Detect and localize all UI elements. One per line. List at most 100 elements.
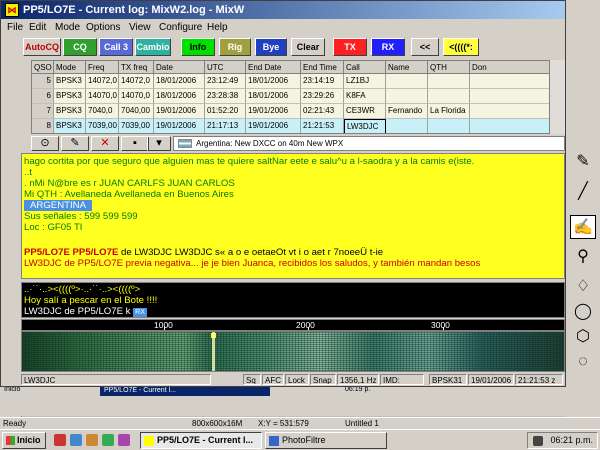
menu-view[interactable]: View — [129, 19, 151, 36]
title-bar[interactable]: ⋈ PP5/LO7E - Current log: MixW2.log - Mi… — [1, 1, 565, 19]
autocq-button[interactable]: AutoCQ — [23, 38, 61, 56]
clock[interactable]: 06:21 p.m. — [550, 435, 593, 445]
cq-button[interactable]: CQ — [63, 38, 97, 56]
col-qso[interactable]: QSO — [32, 61, 54, 74]
qso-row[interactable]: 5 BPSK3 14072,0 14072,0 18/01/2006 23:12:49 18… — [32, 74, 564, 89]
blur-tool-icon[interactable]: ◌ — [570, 350, 596, 374]
menu-configure[interactable]: Configure — [159, 19, 202, 36]
receive-text-area[interactable]: hago cortita por que seguro que alguien … — [21, 153, 565, 279]
dxcc-info-field[interactable]: Argentina: New DXCC on 40m New WPX — [173, 136, 565, 151]
qso-cell: 18/01/2006 — [246, 89, 301, 104]
task-mixw[interactable]: PP5/LO7E - Current l... — [140, 432, 262, 449]
rx-line-callsigns: PP5/LO7E PP5/LO7E de LW3DJC LW3DJC s« a … — [24, 247, 383, 258]
qso-cell: 23:29:26 — [301, 89, 344, 104]
cambio-button[interactable]: Cambio — [135, 38, 171, 56]
speaker-icon[interactable] — [533, 436, 543, 446]
col-name[interactable]: Name — [386, 61, 428, 74]
col-date[interactable]: Date — [154, 61, 205, 74]
qso-cell: 7039,00 — [119, 119, 154, 133]
ellipse-tool-icon[interactable]: ◯ — [570, 300, 596, 324]
qso-cell: 14072,0 — [86, 74, 119, 89]
call3-button[interactable]: Call 3 — [99, 38, 133, 56]
snap-toggle[interactable]: Snap — [310, 374, 336, 385]
menu-file[interactable]: File — [7, 19, 23, 36]
dxcc-text: Argentina: New DXCC on 40m New WPX — [196, 139, 344, 148]
col-end-time[interactable]: End Time — [301, 61, 344, 74]
rx-line: hago cortita por que seguro que alguien … — [24, 156, 475, 167]
back-button[interactable]: << — [411, 38, 439, 56]
rig-button[interactable]: Rig — [219, 38, 251, 56]
qso-cell: 7 — [32, 104, 54, 119]
col-qth[interactable]: QTH — [428, 61, 470, 74]
info-button[interactable]: Info — [181, 38, 215, 56]
menu-edit[interactable]: Edit — [29, 19, 46, 36]
qso-cell: 5 — [32, 74, 54, 89]
col-call[interactable]: Call — [344, 61, 386, 74]
fish-macro-button[interactable]: <((((*: — [443, 38, 479, 56]
delete-icon[interactable]: ✕ — [91, 136, 119, 151]
brush-tool-icon[interactable]: ♢ — [570, 275, 596, 299]
waterfall-display[interactable] — [21, 331, 565, 372]
mixw-app-icon[interactable]: ⋈ — [5, 3, 19, 17]
mixw-status-bar: LW3DJC Sq AFC Lock Snap 1356,1 Hz IMD: B… — [21, 373, 565, 386]
quicklaunch-icon[interactable] — [70, 434, 82, 446]
save-icon[interactable]: ▪ — [121, 136, 149, 151]
sq-toggle[interactable]: Sq — [243, 374, 261, 385]
task-mixw-label: PP5/LO7E - Current l... — [157, 435, 254, 445]
quicklaunch-icon[interactable] — [86, 434, 98, 446]
dxcc-dropdown-icon[interactable]: ▾ — [147, 136, 171, 151]
qso-cell: 21:17:13 — [205, 119, 246, 133]
quicklaunch-icon[interactable] — [118, 434, 130, 446]
lock-toggle[interactable]: Lock — [285, 374, 309, 385]
qso-cell: 18/01/2006 — [246, 74, 301, 89]
mini-start-button[interactable]: Inicio — [4, 386, 20, 393]
bye-button[interactable]: Bye — [255, 38, 287, 56]
edit-icon[interactable]: ✎ — [61, 136, 89, 151]
col-don[interactable]: Don — [470, 61, 550, 74]
status-frequency: 1356,1 Hz — [337, 374, 379, 385]
mini-window-title[interactable]: PP5/LO7E - Current l... — [100, 386, 270, 396]
scale-label-2000: 2000 — [296, 320, 315, 330]
rx-callsign-text: PP5/LO7E PP5/LO7E — [24, 247, 119, 258]
eyedropper-icon[interactable]: ✎ — [570, 150, 596, 174]
tx-button[interactable]: TX — [333, 38, 367, 56]
transmit-text-area[interactable]: ..·˙˙·..><((((º>·..·˙˙·..><((((º> Hoy sa… — [21, 282, 565, 318]
qso-cell: 7040,0 — [86, 104, 119, 119]
stamp-tool-icon[interactable]: ⚲ — [570, 245, 596, 269]
qso-cell — [386, 119, 428, 133]
qso-log-table[interactable]: QSO Mode Freq TX freq Date UTC End Date … — [31, 60, 565, 134]
col-utc[interactable]: UTC — [205, 61, 246, 74]
menu-help[interactable]: Help — [207, 19, 228, 36]
bg-app-status-bar: Ready 800x600x16M X:Y = 531:579 Untitled… — [0, 417, 600, 429]
col-end-date[interactable]: End Date — [246, 61, 301, 74]
quicklaunch-icon[interactable] — [102, 434, 114, 446]
col-freq[interactable]: Freq — [86, 61, 119, 74]
rx-button[interactable]: RX — [371, 38, 405, 56]
qso-row[interactable]: 6 BPSK3 14070,0 14070,0 18/01/2006 23:28:38 18… — [32, 89, 564, 104]
quicklaunch-icon[interactable] — [54, 434, 66, 446]
task-photofiltre[interactable]: PhotoFiltre — [265, 432, 387, 449]
status-mode[interactable]: BPSK31 — [429, 374, 467, 385]
menu-options[interactable]: Options — [86, 19, 120, 36]
pen-tool-icon[interactable]: ✍ — [570, 215, 596, 239]
start-button[interactable]: Inicio — [2, 432, 46, 449]
qso-cell — [428, 74, 470, 89]
afc-toggle[interactable]: AFC — [262, 374, 284, 385]
window-title: PP5/LO7E - Current log: MixW2.log - MixW — [23, 4, 245, 16]
shape-tool-icon[interactable]: ⬡ — [570, 325, 596, 349]
qso-table-scrollbar[interactable] — [549, 60, 565, 134]
qso-cell: 19/01/2006 — [246, 104, 301, 119]
qso-cell: BPSK3 — [54, 119, 86, 133]
qso-cell: La Florida — [428, 104, 470, 119]
qso-row[interactable]: 8 BPSK3 7039,00 7039,00 19/01/2006 21:17:13 19… — [32, 119, 564, 133]
line-tool-icon[interactable]: ╱ — [570, 180, 596, 204]
qso-row[interactable]: 7 BPSK3 7040,0 7040,00 19/01/2006 01:52:20 19/… — [32, 104, 564, 119]
col-tx-freq[interactable]: TX freq — [119, 61, 154, 74]
glasses-icon[interactable]: ⊙ — [31, 136, 59, 151]
tx-callsign-text: LW3DJC de PP5/LO7E k — [24, 306, 131, 317]
menu-mode[interactable]: Mode — [55, 19, 80, 36]
clear-button[interactable]: Clear — [291, 38, 325, 56]
qso-cell: 18/01/2006 — [154, 74, 205, 89]
col-mode[interactable]: Mode — [54, 61, 86, 74]
qso-cell — [386, 74, 428, 89]
